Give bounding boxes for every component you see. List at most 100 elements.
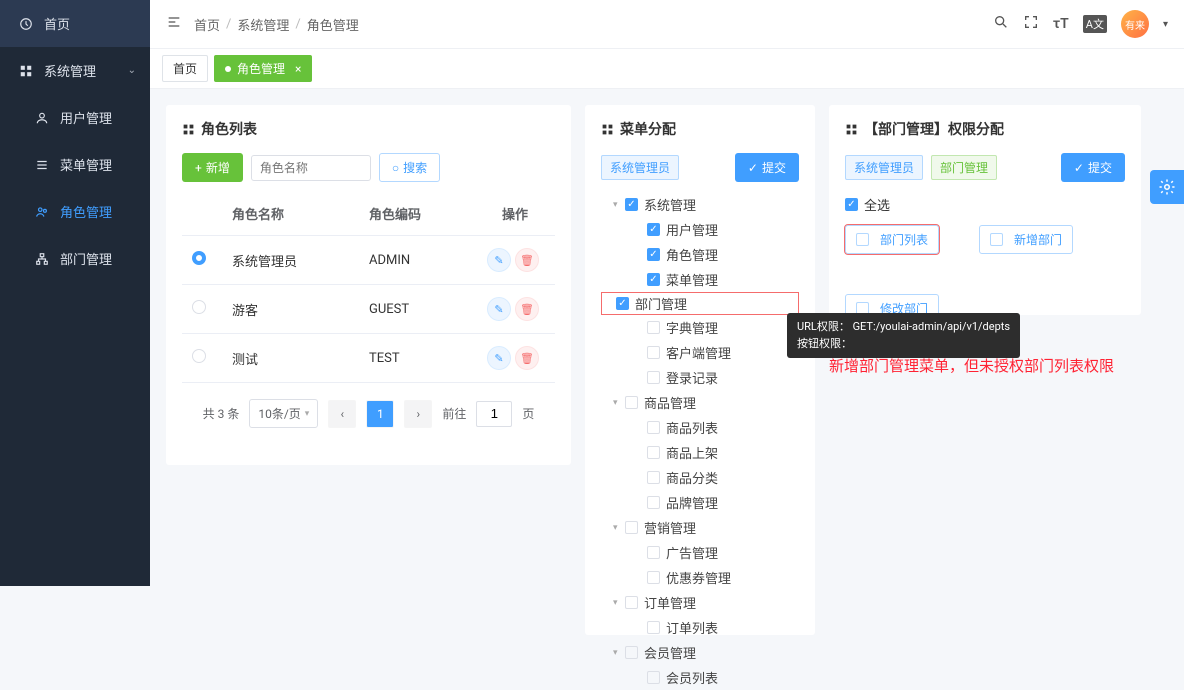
tree-node[interactable]: ▾订单管理 [601,590,799,615]
tree-node[interactable]: 角色管理 [601,242,799,267]
page-size-select[interactable]: 10条/页 ▾ [249,399,318,428]
radio-icon[interactable] [192,349,206,363]
tree-node[interactable]: 部门管理 [601,292,799,315]
search-button[interactable]: ○ 搜索 [379,153,440,182]
perm-item[interactable]: 部门列表 [845,225,939,254]
tree-node[interactable]: ▾营销管理 [601,515,799,540]
checkbox-icon[interactable] [625,521,638,534]
checkbox-icon[interactable] [647,621,660,634]
checkbox-icon[interactable] [647,321,660,334]
checkbox-icon[interactable] [647,371,660,384]
close-icon[interactable]: × [295,62,301,76]
edit-button[interactable]: ✎ [487,297,511,321]
fontsize-icon[interactable]: τT [1053,16,1069,32]
chevron-down-icon[interactable]: ▾ [1163,19,1168,30]
checkbox-icon[interactable] [616,297,629,310]
breadcrumb-part[interactable]: 角色管理 [307,15,359,34]
checkbox-icon[interactable] [647,248,660,261]
delete-button[interactable]: 🗑 [515,248,539,272]
checkbox-icon[interactable] [625,198,638,211]
tree-toggle-icon[interactable]: ▾ [613,200,623,210]
fullscreen-icon[interactable] [1023,14,1039,34]
checkbox-icon[interactable] [990,233,1003,246]
checkbox-icon[interactable] [647,421,660,434]
goto-input[interactable] [476,401,512,427]
tree-node[interactable]: 优惠券管理 [601,565,799,590]
edit-button[interactable]: ✎ [487,248,511,272]
tree-node[interactable]: 菜单管理 [601,267,799,292]
tree-node[interactable]: ▾会员管理 [601,640,799,665]
tree-node[interactable]: 订单列表 [601,615,799,640]
submit-button[interactable]: ✓ 提交 [1061,153,1125,182]
tree-toggle-icon[interactable]: ▾ [613,398,623,408]
dashboard-icon [18,17,34,31]
checkbox-icon[interactable] [647,446,660,459]
settings-fab[interactable] [1150,170,1184,204]
avatar[interactable]: 有来 [1121,10,1149,38]
checkbox-icon[interactable] [647,471,660,484]
checkbox-icon[interactable] [647,671,660,684]
tree-node[interactable]: 商品列表 [601,415,799,440]
checkbox-icon[interactable] [625,596,638,609]
tree-toggle-icon[interactable]: ▾ [613,523,623,533]
tree-node[interactable]: ▾系统管理 [601,192,799,217]
page-number-button[interactable]: 1 [366,400,394,428]
sidebar-item-roles[interactable]: 角色管理 [0,188,150,235]
table-row[interactable]: 测试 TEST ✎🗑 [182,334,555,383]
radio-icon[interactable] [192,251,206,265]
edit-button[interactable]: ✎ [487,346,511,370]
search-input[interactable] [251,155,371,181]
add-button[interactable]: + 新增 [182,153,243,182]
tree-toggle-icon[interactable]: ▾ [613,598,623,608]
tree-toggle-icon[interactable]: ▾ [613,648,623,658]
submit-button[interactable]: ✓ 提交 [735,153,799,182]
breadcrumb-part[interactable]: 系统管理 [237,15,289,34]
tree-node[interactable]: 会员列表 [601,665,799,690]
logo-text: 有来 [1125,17,1145,32]
breadcrumb: 首页 / 系统管理 / 角色管理 [194,15,359,34]
checkbox-icon[interactable] [856,233,869,246]
table-row[interactable]: 游客 GUEST ✎🗑 [182,285,555,334]
tab-home[interactable]: 首页 [162,55,208,82]
sidebar-item-users[interactable]: 用户管理 [0,94,150,141]
checkbox-icon[interactable] [647,546,660,559]
tree-node[interactable]: 用户管理 [601,217,799,242]
radio-icon[interactable] [192,300,206,314]
checkbox-icon[interactable] [647,571,660,584]
checkbox-icon[interactable] [647,346,660,359]
checkbox-icon[interactable] [625,396,638,409]
tree-node[interactable]: 品牌管理 [601,490,799,515]
hamburger-icon[interactable] [166,14,182,34]
tree-node[interactable]: 字典管理 [601,315,799,340]
delete-button[interactable]: 🗑 [515,346,539,370]
perm-item[interactable]: 新增部门 [979,225,1073,254]
tree-node[interactable]: ▾商品管理 [601,390,799,415]
breadcrumb-part[interactable]: 首页 [194,15,220,34]
tree-node[interactable]: 客户端管理 [601,340,799,365]
checkbox-icon[interactable] [647,223,660,236]
lang-icon[interactable]: A文 [1083,15,1107,33]
prev-page-button[interactable]: ‹ [328,400,356,428]
tree-node[interactable]: 商品分类 [601,465,799,490]
tree-node[interactable]: 商品上架 [601,440,799,465]
delete-button[interactable]: 🗑 [515,297,539,321]
cell-name: 测试 [222,334,359,383]
checkbox-icon[interactable] [647,273,660,286]
search-icon[interactable] [993,14,1009,34]
table-row[interactable]: 系统管理员 ADMIN ✎🗑 [182,236,555,285]
tree-label: 字典管理 [666,318,718,337]
tree-node[interactable]: 广告管理 [601,540,799,565]
sidebar-item-home[interactable]: 首页 [0,0,150,47]
tree-node[interactable]: 登录记录 [601,365,799,390]
sidebar-item-menus[interactable]: 菜单管理 [0,141,150,188]
sidebar-item-depts[interactable]: 部门管理 [0,235,150,282]
sidebar-item-label: 首页 [44,14,70,33]
checkbox-icon[interactable] [625,646,638,659]
checkbox-icon[interactable] [845,198,858,211]
next-page-button[interactable]: › [404,400,432,428]
tab-roles[interactable]: 角色管理× [214,55,312,82]
chevron-down-icon: ⌄ [128,65,136,76]
checkbox-icon[interactable] [647,496,660,509]
select-all-row[interactable]: 全选 [845,192,1125,217]
sidebar-item-system[interactable]: 系统管理 ⌄ [0,47,150,94]
